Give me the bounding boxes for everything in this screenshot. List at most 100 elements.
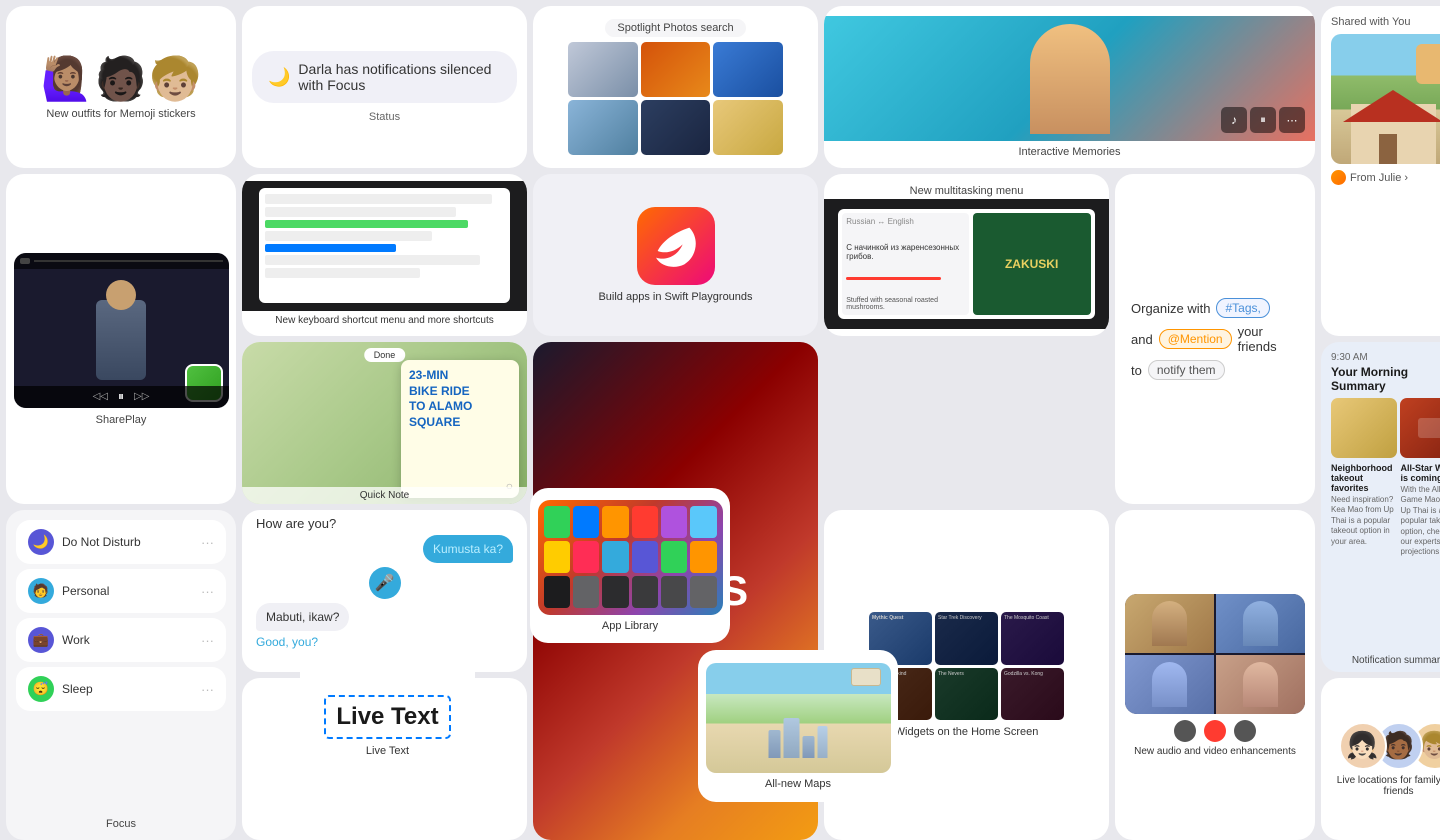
- notif-stories: Neighborhood takeout favorites Need insp…: [1331, 463, 1440, 558]
- work-dots[interactable]: ···: [201, 633, 214, 648]
- zakuski-box: ZAKUSKI: [973, 213, 1091, 316]
- chat-mabuti: Mabuti, ikaw?: [256, 603, 349, 631]
- memoji-1: 🙋🏽‍♀️: [41, 55, 93, 104]
- tags-card: Organize with #Tags, and @Mention your f…: [1115, 174, 1315, 504]
- story1-title: Neighborhood takeout favorites: [1331, 463, 1397, 493]
- notif-title: Your Morning Summary: [1331, 365, 1440, 393]
- translated: Stuffed with seasonal roasted mushrooms.: [846, 297, 964, 311]
- focus-label: Focus: [16, 818, 226, 830]
- translate-card: How are you? Kumusta ka? 🎤 Mabuti, ikaw?…: [242, 510, 527, 672]
- swift-card: Build apps in Swift Playgrounds: [533, 174, 818, 336]
- audiovideo-card: New audio and video enhancements: [1115, 510, 1315, 840]
- lang-from: Russian ↔ English: [846, 217, 964, 226]
- notif-time: 9:30 AM: [1331, 352, 1368, 363]
- kumusta-text: Kumusta ka?: [433, 542, 503, 556]
- focus-card: 🌙 Do Not Disturb ··· 🧑 Personal ··· 💼 Wo…: [6, 510, 236, 840]
- photo-4: [568, 100, 638, 155]
- maps-label: All-new Maps: [765, 778, 831, 790]
- personal-dots[interactable]: ···: [201, 584, 214, 599]
- work-icon: 💼: [28, 627, 54, 653]
- status-card: 🌙 Darla has notifications silenced with …: [242, 6, 527, 168]
- photo-2: [641, 42, 711, 97]
- dnd-dots[interactable]: ···: [201, 535, 214, 550]
- moon-icon: 🌙: [268, 67, 290, 88]
- spotlight-card: Spotlight Photos search: [533, 6, 818, 168]
- notif-story-2: All-Star Week is coming! With the All-St…: [1401, 463, 1440, 558]
- sleep-dots[interactable]: ···: [201, 682, 214, 697]
- personal-label: Personal: [62, 584, 193, 598]
- maps-card: All-new Maps: [698, 650, 898, 802]
- liveloc-card: 👧🏻 🧑🏾 👦🏼 Live locations for family and f…: [1321, 678, 1440, 840]
- from-avatar: [1331, 170, 1346, 185]
- shareplay-card: ◁◁ ⏸ ▷▷ SharePlay: [6, 174, 236, 504]
- chat-container: How are you? Kumusta ka? 🎤 Mabuti, ikaw?…: [242, 510, 527, 659]
- from-julie[interactable]: From Julie ›: [1331, 170, 1408, 185]
- photo-6: [713, 100, 783, 155]
- focus-dnd[interactable]: 🌙 Do Not Disturb ···: [16, 520, 226, 564]
- friends-text: your friends: [1238, 324, 1299, 354]
- photo-grid: [568, 42, 783, 155]
- tv-grid: Mythic Quest S3 • E4 Star Trek Discovery…: [869, 612, 1064, 720]
- app-18: [690, 576, 716, 608]
- app-14: [573, 576, 599, 608]
- mabuti-text: Mabuti, ikaw?: [266, 610, 339, 624]
- ft-btn-mic[interactable]: [1174, 720, 1196, 742]
- swift-icon: [637, 207, 715, 285]
- memoji-2: 🧑🏿: [95, 55, 147, 104]
- memories-label: Interactive Memories: [1018, 146, 1120, 158]
- work-label: Work: [62, 633, 193, 647]
- ft-btn-camera[interactable]: [1234, 720, 1256, 742]
- ft-4: [1216, 655, 1305, 714]
- focus-sleep[interactable]: 😴 Sleep ···: [16, 667, 226, 711]
- shareplay-screen: ◁◁ ⏸ ▷▷: [14, 253, 229, 408]
- app-5: [661, 506, 687, 538]
- organize-text: Organize with: [1131, 301, 1210, 316]
- applibrary-card: App Library: [530, 488, 730, 643]
- app-library-ipad: [538, 500, 723, 615]
- note-overlay: 23-MINBIKE RIDETO ALAMOSQUARE ○: [401, 360, 519, 498]
- liveloc-label: Live locations for family and friends: [1321, 775, 1440, 797]
- photo-5: [641, 100, 711, 155]
- note-text: 23-MINBIKE RIDETO ALAMOSQUARE: [409, 368, 511, 430]
- chat-q: How are you?: [256, 516, 513, 531]
- keyboard-card: New keyboard shortcut menu and more shor…: [242, 174, 527, 336]
- app-2: [573, 506, 599, 538]
- shared-card: Shared with You From Julie ›: [1321, 6, 1440, 336]
- notif-img-sport: [1400, 398, 1440, 458]
- story1-text: Need inspiration? Kea Mao from Up Thai i…: [1331, 495, 1397, 547]
- livetext-label: Live Text: [366, 745, 409, 757]
- photo-3: [713, 42, 783, 97]
- app-8: [573, 541, 599, 573]
- maps-image: [706, 663, 891, 773]
- swift-label: Build apps in Swift Playgrounds: [598, 291, 752, 303]
- tags-line-3: to notify them: [1131, 360, 1225, 380]
- multitask-screen: Russian ↔ English С начинкой из жаренсез…: [824, 199, 1109, 329]
- app-17: [661, 576, 687, 608]
- memoji-card: 🙋🏽‍♀️ 🧑🏿 🧒🏼 New outfits for Memoji stick…: [6, 6, 236, 168]
- done-badge: Done: [364, 348, 406, 362]
- notif-story-1: Neighborhood takeout favorites Need insp…: [1331, 463, 1397, 558]
- focus-work[interactable]: 💼 Work ···: [16, 618, 226, 662]
- dnd-icon: 🌙: [28, 529, 54, 555]
- livetext-card: Live Text Live Text: [300, 650, 475, 802]
- app-15: [602, 576, 628, 608]
- app-4: [632, 506, 658, 538]
- sleep-icon: 😴: [28, 676, 54, 702]
- tags-tag: #Tags,: [1216, 298, 1269, 318]
- tv-startrek: Star Trek Discovery: [935, 612, 998, 665]
- multitask-card: New multitasking menu Russian ↔ English …: [824, 174, 1109, 336]
- memoji-figures: 🙋🏽‍♀️ 🧑🏿 🧒🏼: [41, 55, 202, 104]
- avatar-group: 👧🏻 🧑🏾 👦🏼: [1339, 722, 1440, 770]
- app-3: [602, 506, 628, 538]
- notify-tag: notify them: [1148, 360, 1225, 380]
- app-11: [661, 541, 687, 573]
- notification-card: 9:30 AM 11 Your Morning Summary Neighbor…: [1321, 342, 1440, 672]
- ft-btn-end[interactable]: [1204, 720, 1226, 742]
- map-background: Done 23-MINBIKE RIDETO ALAMOSQUARE ○ Qui…: [242, 342, 527, 504]
- widgets-label: Widgets on the Home Screen: [895, 726, 1039, 738]
- to-text: to: [1131, 363, 1142, 378]
- multitask-label: New multitasking menu: [902, 181, 1032, 199]
- audiovideo-label: New audio and video enhancements: [1134, 746, 1296, 757]
- focus-personal[interactable]: 🧑 Personal ···: [16, 569, 226, 613]
- quicknote-card: Done 23-MINBIKE RIDETO ALAMOSQUARE ○ Qui…: [242, 342, 527, 504]
